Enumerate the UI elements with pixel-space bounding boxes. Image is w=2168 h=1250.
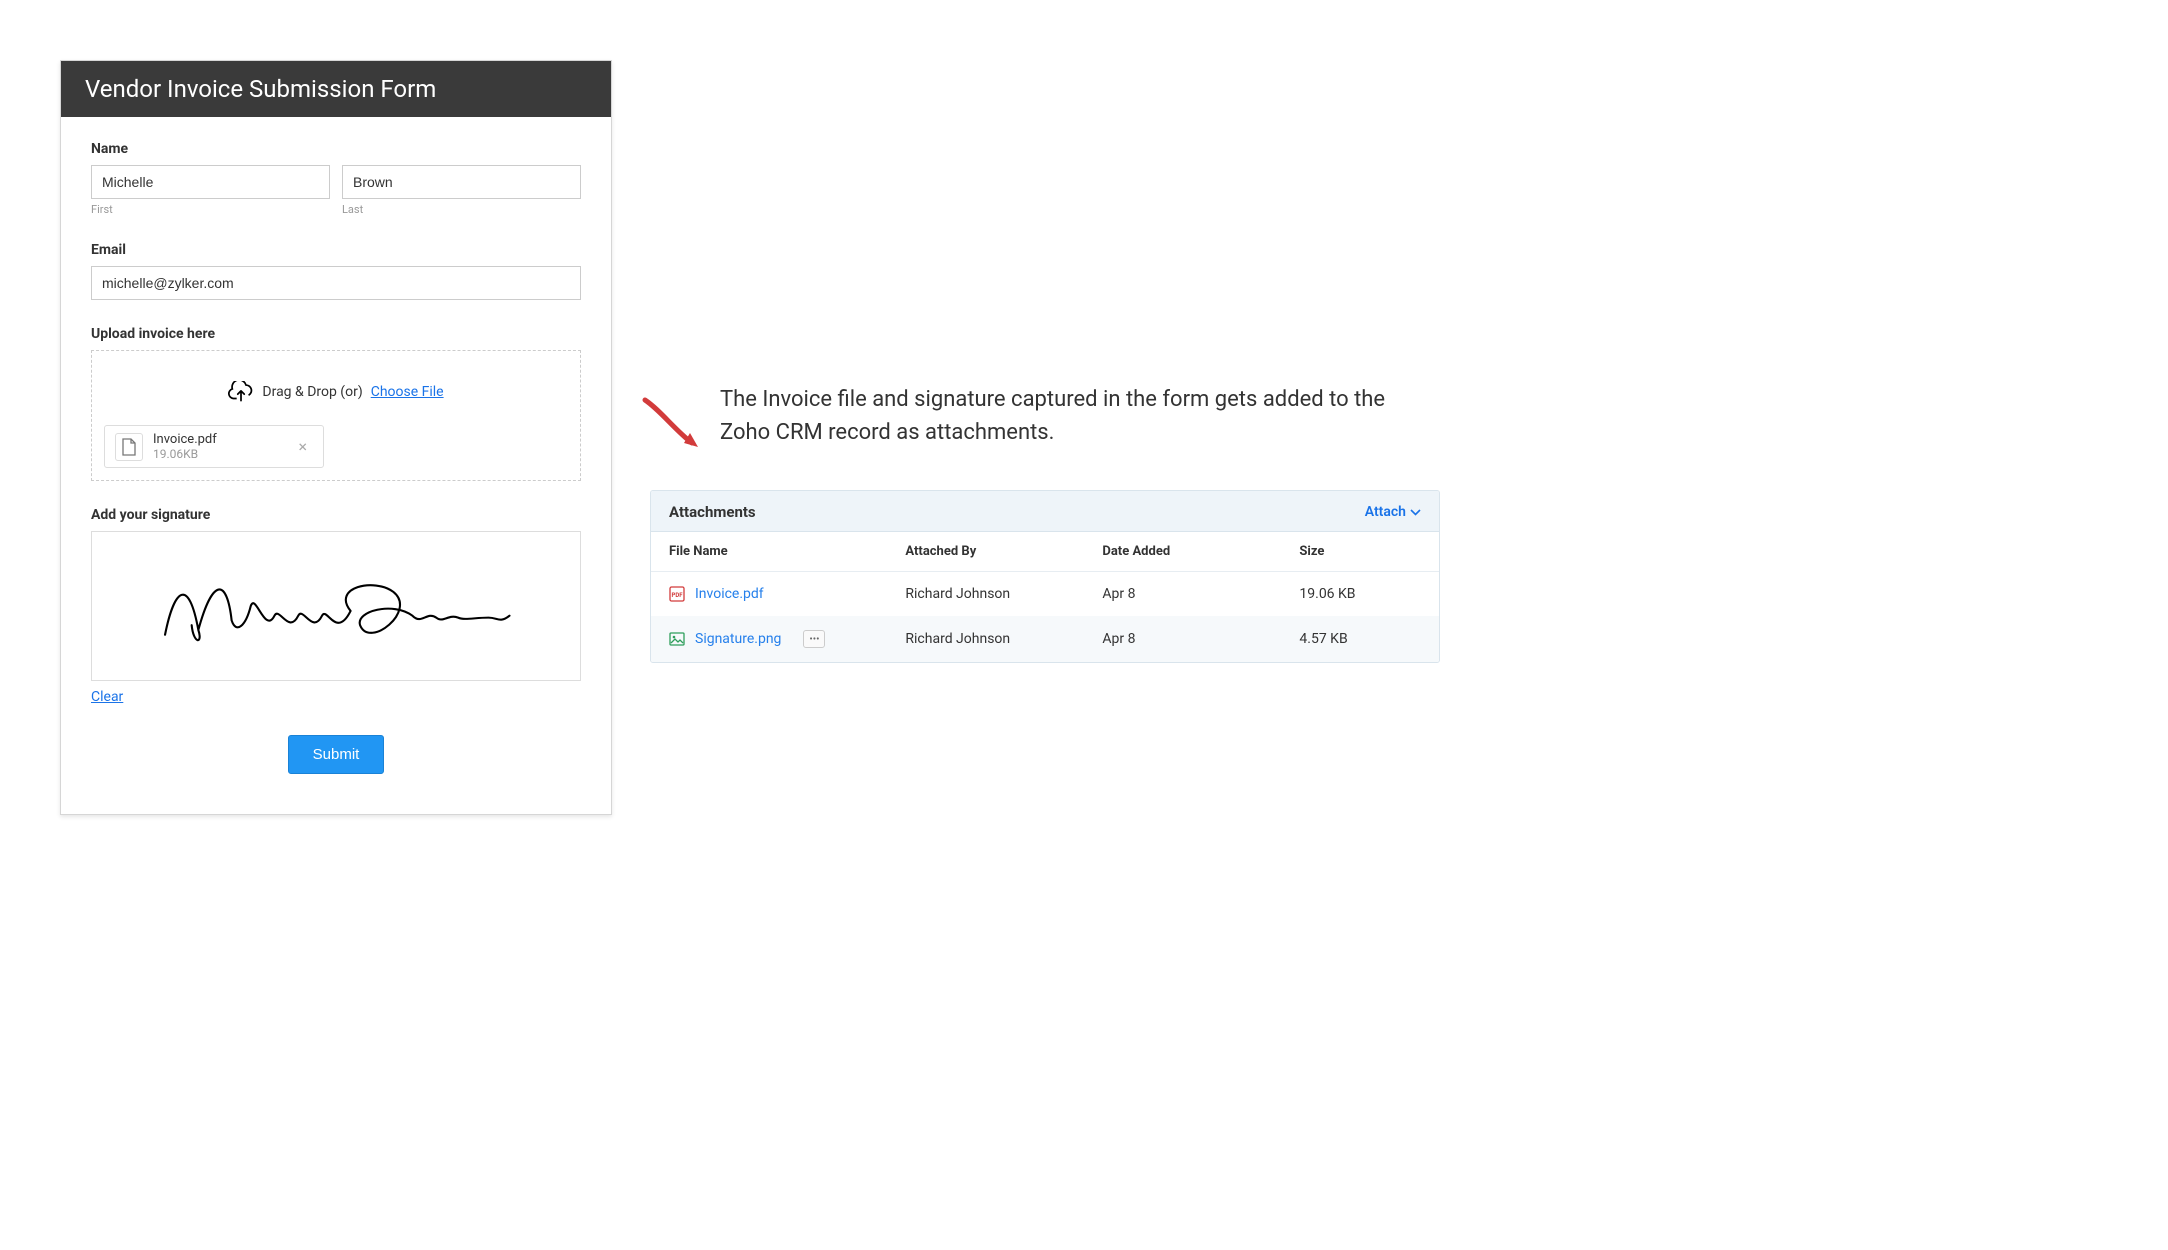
submit-button[interactable]: Submit [288, 735, 385, 774]
attached-by-cell: Richard Johnson [887, 616, 1084, 662]
arrow-icon [640, 395, 710, 455]
choose-file-link[interactable]: Choose File [371, 384, 444, 400]
signature-pad[interactable] [91, 531, 581, 681]
signature-label: Add your signature [91, 507, 581, 523]
col-size: Size [1281, 532, 1439, 572]
attachments-table: File Name Attached By Date Added Size PD… [651, 532, 1439, 662]
attachments-title: Attachments [669, 503, 756, 521]
signature-drawing [146, 547, 527, 665]
chevron-down-icon [1410, 509, 1421, 516]
image-icon [669, 631, 685, 647]
col-attached-by: Attached By [887, 532, 1084, 572]
size-cell: 19.06 KB [1281, 572, 1439, 617]
cloud-upload-icon [228, 381, 254, 403]
name-label: Name [91, 141, 581, 157]
pdf-icon: PDF [669, 586, 685, 602]
uploaded-file-size: 19.06KB [153, 447, 217, 461]
table-row[interactable]: PDF Invoice.pdf Richard JohnsonApr 819.06 … [651, 572, 1439, 617]
remove-file-button[interactable]: × [292, 437, 313, 456]
row-actions-button[interactable]: ••• [803, 630, 825, 648]
first-name-input[interactable] [91, 165, 330, 199]
vendor-invoice-form: Vendor Invoice Submission Form Name Firs… [60, 60, 612, 815]
file-link[interactable]: Signature.png [695, 631, 781, 647]
form-title: Vendor Invoice Submission Form [61, 61, 611, 117]
upload-dropzone[interactable]: Drag & Drop (or) Choose File Invoice.pdf… [91, 350, 581, 481]
upload-label: Upload invoice here [91, 326, 581, 342]
table-row[interactable]: Signature.png ••• Richard JohnsonApr 84.57… [651, 616, 1439, 662]
attach-button[interactable]: Attach [1365, 504, 1421, 520]
attachments-panel: Attachments Attach File Name Attached By… [650, 490, 1440, 663]
email-label: Email [91, 242, 581, 258]
clear-signature-link[interactable]: Clear [91, 689, 123, 705]
col-file-name: File Name [651, 532, 887, 572]
attached-by-cell: Richard Johnson [887, 572, 1084, 617]
document-icon [115, 433, 143, 461]
last-name-input[interactable] [342, 165, 581, 199]
last-name-caption: Last [342, 203, 581, 216]
form-body: Name First Last Email [61, 117, 611, 814]
date-added-cell: Apr 8 [1084, 572, 1281, 617]
file-link[interactable]: Invoice.pdf [695, 586, 764, 602]
first-name-caption: First [91, 203, 330, 216]
uploaded-file-name: Invoice.pdf [153, 432, 217, 447]
uploaded-file-chip: Invoice.pdf 19.06KB × [104, 425, 324, 468]
size-cell: 4.57 KB [1281, 616, 1439, 662]
col-date-added: Date Added [1084, 532, 1281, 572]
date-added-cell: Apr 8 [1084, 616, 1281, 662]
attach-button-label: Attach [1365, 504, 1406, 520]
description-text: The Invoice file and signature captured … [720, 383, 1430, 449]
upload-droptext: Drag & Drop (or) [262, 384, 362, 400]
email-input[interactable] [91, 266, 581, 300]
svg-text:PDF: PDF [671, 592, 683, 599]
